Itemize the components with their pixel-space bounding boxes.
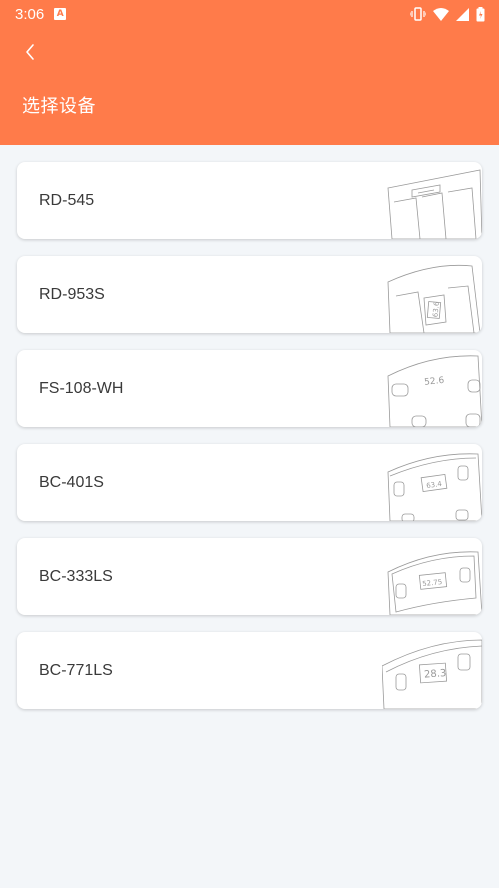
rd-545-scale-icon: [382, 162, 482, 239]
page-title: 选择设备: [22, 96, 96, 117]
battery-icon: [476, 6, 485, 22]
app-header: 3:06 A 选择设备: [0, 0, 499, 145]
bc-333ls-scale-icon: 52.75: [382, 538, 482, 615]
lcd-readout: 52.75: [422, 578, 443, 588]
vibrate-icon: [410, 7, 426, 21]
lcd-readout: 63.6: [432, 301, 441, 318]
wifi-icon: [433, 7, 449, 21]
status-icons: [410, 6, 485, 22]
a-letter-icon: A: [54, 8, 67, 20]
device-card-bc-333ls[interactable]: BC-333LS 52.75: [17, 538, 482, 615]
status-bar: 3:06 A: [0, 0, 499, 28]
lcd-readout: 63.4: [426, 480, 443, 490]
lcd-readout: 28.3: [424, 668, 447, 681]
rd-953s-scale-icon: 63.6: [382, 256, 482, 333]
device-card-rd-953s[interactable]: RD-953S 63.6: [17, 256, 482, 333]
device-label: BC-771LS: [39, 662, 113, 679]
chevron-left-icon: [24, 43, 36, 65]
device-card-fs-108-wh[interactable]: FS-108-WH 52.6: [17, 350, 482, 427]
device-label: BC-333LS: [39, 568, 113, 585]
lcd-readout: 52.6: [424, 376, 445, 388]
device-card-bc-401s[interactable]: BC-401S 63.4: [17, 444, 482, 521]
status-time: 3:06: [15, 5, 45, 23]
bc-401s-scale-icon: 63.4: [382, 444, 482, 521]
bc-771ls-scale-icon: 28.3: [381, 632, 482, 709]
device-label: BC-401S: [39, 474, 104, 491]
signal-icon: [456, 7, 469, 21]
device-list: RD-545 RD-953S 63.6 FS-108-WH 52.6 BC-40…: [17, 162, 482, 726]
device-card-bc-771ls[interactable]: BC-771LS 28.3: [17, 632, 482, 709]
device-label: FS-108-WH: [39, 380, 124, 397]
device-label: RD-953S: [39, 286, 105, 303]
back-button[interactable]: [16, 40, 44, 68]
device-label: RD-545: [39, 192, 95, 209]
fs-108-wh-scale-icon: 52.6: [382, 350, 482, 427]
device-card-rd-545[interactable]: RD-545: [17, 162, 482, 239]
